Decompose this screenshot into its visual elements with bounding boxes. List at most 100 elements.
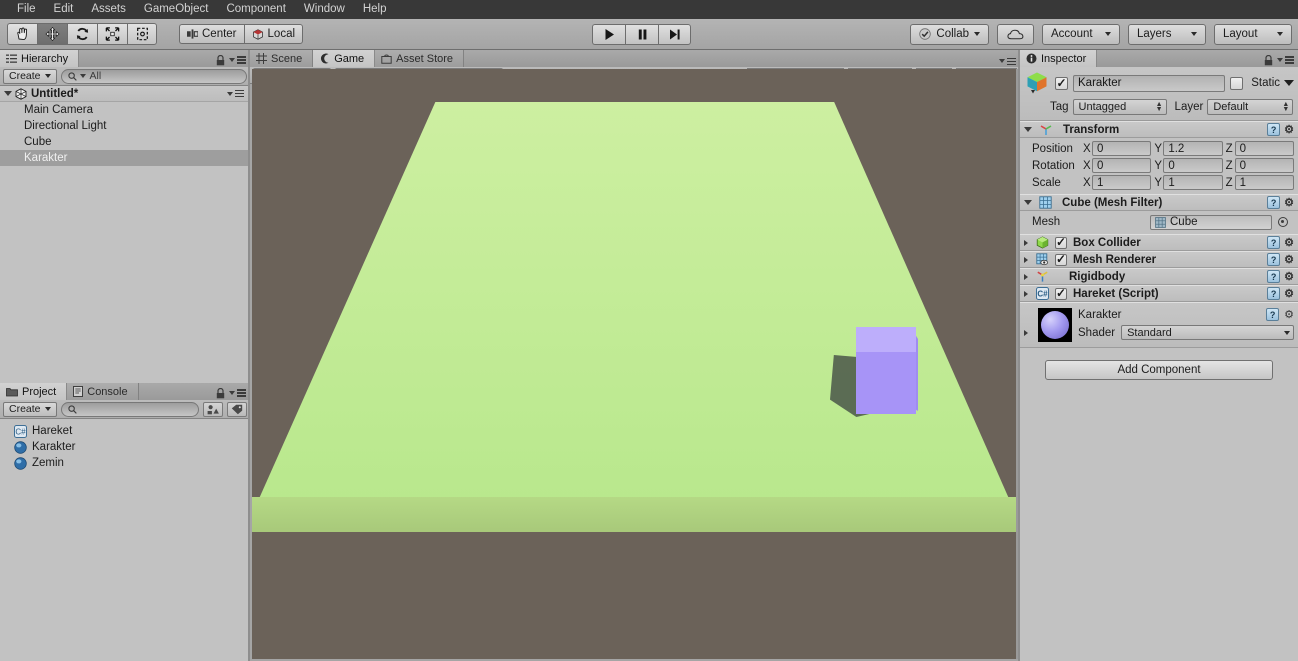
gear-icon[interactable]: ⚙ <box>1284 270 1294 283</box>
rotation-z-field[interactable]: 0 <box>1234 158 1294 173</box>
project-search-input[interactable] <box>60 401 199 417</box>
tab-game[interactable]: Game <box>313 50 376 67</box>
tab-console[interactable]: Console <box>67 383 139 400</box>
mesh-object-field[interactable]: Cube <box>1150 214 1272 230</box>
help-icon[interactable]: ? <box>1267 253 1281 266</box>
lock-icon[interactable] <box>216 54 225 66</box>
chevron-down-icon[interactable] <box>1024 200 1032 205</box>
cloud-button[interactable] <box>997 23 1034 45</box>
scale-x-field[interactable]: 1 <box>1092 175 1152 190</box>
tab-asset-store[interactable]: Asset Store <box>375 50 465 67</box>
move-tool-button[interactable] <box>37 23 67 45</box>
hareket-script-enabled-checkbox[interactable] <box>1055 287 1067 300</box>
panel-menu-icon[interactable] <box>229 389 246 397</box>
gear-icon[interactable]: ⚙ <box>1284 253 1294 266</box>
panel-menu-icon[interactable] <box>999 57 1016 65</box>
component-header-rigidbody[interactable]: Rigidbody ? ⚙ <box>1020 268 1298 285</box>
play-button[interactable] <box>592 23 625 45</box>
shader-dropdown[interactable]: Standard <box>1121 325 1294 340</box>
project-item-karakter[interactable]: Karakter <box>0 439 250 455</box>
gear-icon[interactable]: ⚙ <box>1284 196 1294 209</box>
static-checkbox[interactable] <box>1230 76 1244 90</box>
hierarchy-create-button[interactable]: Create <box>3 68 57 84</box>
tab-hierarchy[interactable]: Hierarchy <box>0 50 80 67</box>
help-icon[interactable]: ? <box>1266 308 1280 321</box>
account-button[interactable]: Account <box>1042 23 1120 45</box>
chevron-down-icon[interactable] <box>4 91 12 96</box>
lock-icon[interactable] <box>1264 54 1273 66</box>
chevron-right-icon[interactable] <box>1024 330 1028 336</box>
rotation-x-field[interactable]: 0 <box>1092 158 1152 173</box>
scale-z-field[interactable]: 1 <box>1234 175 1294 190</box>
pause-button[interactable] <box>625 23 658 45</box>
box-collider-enabled-checkbox[interactable] <box>1055 236 1067 249</box>
step-button[interactable] <box>658 23 691 45</box>
gameobject-name-field[interactable]: Karakter <box>1073 74 1226 92</box>
panel-menu-icon[interactable] <box>229 56 246 64</box>
tab-project[interactable]: Project <box>0 383 68 400</box>
component-header-mesh-renderer[interactable]: Mesh Renderer ? ⚙ <box>1020 251 1298 268</box>
project-asset-list[interactable]: C# Hareket Karakter Zemin <box>0 419 250 661</box>
layout-button[interactable]: Layout <box>1214 23 1292 45</box>
position-x-field[interactable]: 0 <box>1092 141 1152 156</box>
static-control[interactable]: Static <box>1251 77 1294 89</box>
layers-button[interactable]: Layers <box>1128 23 1206 45</box>
component-header-box-collider[interactable]: Box Collider ? ⚙ <box>1020 234 1298 251</box>
gear-icon[interactable]: ⚙ <box>1284 287 1294 300</box>
hierarchy-item-cube[interactable]: Cube <box>0 134 250 150</box>
component-header-transform[interactable]: Transform ? ⚙ <box>1020 121 1298 138</box>
pivot-mode-button[interactable]: Center <box>179 24 244 44</box>
position-y-field[interactable]: 1.2 <box>1163 141 1223 156</box>
tag-dropdown[interactable]: Untagged ▲ ▼ <box>1072 99 1167 115</box>
lock-icon[interactable] <box>216 387 225 399</box>
project-filter-type-button[interactable] <box>203 401 223 417</box>
pivot-space-button[interactable]: Local <box>243 24 304 44</box>
project-create-button[interactable]: Create <box>3 401 57 417</box>
scale-tool-button[interactable] <box>97 23 127 45</box>
rotation-y-field[interactable]: 0 <box>1163 158 1223 173</box>
menu-item-gameobject[interactable]: GameObject <box>135 0 218 19</box>
panel-menu-icon[interactable] <box>1277 56 1294 64</box>
chevron-right-icon[interactable] <box>1024 290 1028 297</box>
menu-item-help[interactable]: Help <box>354 0 396 19</box>
menu-item-window[interactable]: Window <box>295 0 354 19</box>
gear-icon[interactable]: ⚙ <box>1284 308 1294 321</box>
position-z-field[interactable]: 0 <box>1234 141 1294 156</box>
hand-tool-button[interactable] <box>7 23 37 45</box>
menu-item-file[interactable]: File <box>8 0 45 19</box>
chevron-right-icon[interactable] <box>1024 273 1028 280</box>
hierarchy-search-input[interactable]: All <box>60 68 247 84</box>
hierarchy-item-directional-light[interactable]: Directional Light <box>0 118 250 134</box>
rect-tool-button[interactable] <box>127 23 157 45</box>
game-render-view[interactable]: Dikdörtgen Biçimli Ekran Alıntısı <box>252 69 1016 659</box>
collab-button[interactable]: Collab <box>910 23 989 45</box>
mesh-renderer-enabled-checkbox[interactable] <box>1055 253 1067 266</box>
tab-inspector[interactable]: Inspector <box>1020 50 1098 67</box>
chevron-down-icon[interactable] <box>1024 127 1032 132</box>
component-header-hareket-script[interactable]: C# Hareket (Script) ? ⚙ <box>1020 285 1298 302</box>
layer-dropdown[interactable]: Default ▲ ▼ <box>1207 99 1294 115</box>
hierarchy-item-main-camera[interactable]: Main Camera <box>0 102 250 118</box>
hierarchy-tree[interactable]: Untitled* Main Camera Directional Light … <box>0 86 250 382</box>
project-item-hareket[interactable]: C# Hareket <box>0 423 250 439</box>
project-filter-label-button[interactable] <box>227 401 247 417</box>
add-component-button[interactable]: Add Component <box>1045 360 1273 380</box>
hierarchy-item-karakter[interactable]: Karakter <box>0 150 250 166</box>
chevron-right-icon[interactable] <box>1024 256 1028 263</box>
help-icon[interactable]: ? <box>1267 270 1281 283</box>
gameobject-enabled-checkbox[interactable] <box>1055 76 1068 90</box>
scene-menu-icon[interactable] <box>227 89 244 98</box>
project-item-zemin[interactable]: Zemin <box>0 455 250 471</box>
chevron-right-icon[interactable] <box>1024 239 1028 246</box>
help-icon[interactable]: ? <box>1267 236 1281 249</box>
help-icon[interactable]: ? <box>1267 287 1281 300</box>
search-filter-icon[interactable] <box>79 74 86 78</box>
menu-item-edit[interactable]: Edit <box>45 0 83 19</box>
chevron-down-icon[interactable] <box>1284 80 1294 86</box>
scale-y-field[interactable]: 1 <box>1163 175 1223 190</box>
component-header-mesh-filter[interactable]: Cube (Mesh Filter) ? ⚙ <box>1020 194 1298 211</box>
menu-item-assets[interactable]: Assets <box>82 0 135 19</box>
object-picker-icon[interactable] <box>1278 217 1288 227</box>
menu-item-component[interactable]: Component <box>217 0 294 19</box>
gear-icon[interactable]: ⚙ <box>1284 236 1294 249</box>
